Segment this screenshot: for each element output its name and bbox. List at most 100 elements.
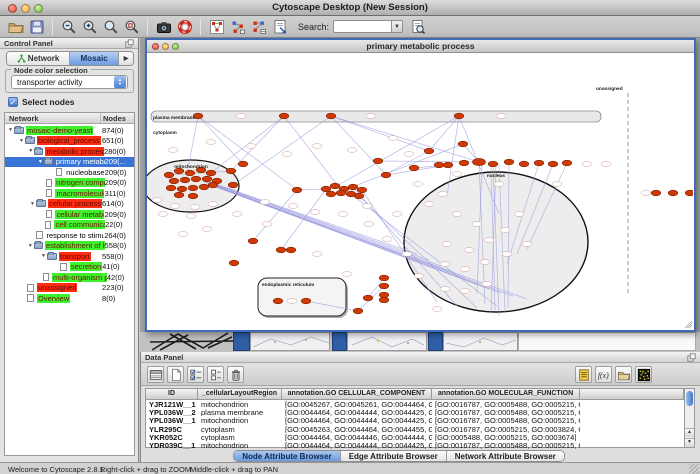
graph-node[interactable] bbox=[206, 170, 216, 176]
tree-row[interactable]: ▼cell communicat22(0) bbox=[5, 220, 134, 231]
graph-node[interactable] bbox=[185, 170, 195, 176]
graph-node[interactable] bbox=[458, 141, 468, 147]
table-column-header[interactable]: ID bbox=[146, 389, 198, 400]
tree-row[interactable]: ▼nitrogen compo209(0) bbox=[5, 178, 134, 189]
graph-node[interactable] bbox=[488, 161, 498, 167]
zoom-selected-icon[interactable] bbox=[101, 17, 120, 36]
graph-node[interactable] bbox=[276, 247, 286, 253]
graph-node[interactable] bbox=[188, 185, 198, 191]
tree-row[interactable]: ▼Overview8(0) bbox=[5, 293, 134, 304]
graph-node[interactable] bbox=[301, 298, 311, 304]
tree-column-network[interactable]: Network bbox=[5, 113, 101, 123]
float-panel-icon[interactable] bbox=[125, 39, 134, 48]
graph-node[interactable] bbox=[443, 162, 453, 168]
network-view-b-icon[interactable] bbox=[249, 17, 268, 36]
select-attributes-icon[interactable] bbox=[187, 366, 204, 383]
tree-row[interactable]: ▼response to stimul264(0) bbox=[5, 230, 134, 241]
graph-node[interactable] bbox=[164, 172, 174, 178]
annotation-icon[interactable] bbox=[270, 17, 289, 36]
background-window-content[interactable] bbox=[347, 332, 427, 351]
background-window-edge[interactable] bbox=[233, 332, 250, 351]
attribute-table-icon[interactable] bbox=[147, 366, 164, 383]
graph-node[interactable] bbox=[562, 160, 572, 166]
graph-node[interactable] bbox=[373, 158, 383, 164]
open-folder-icon[interactable] bbox=[6, 17, 25, 36]
background-window-content[interactable] bbox=[518, 332, 696, 351]
tree-row[interactable]: ▼nucleobase-209(0) bbox=[5, 167, 134, 178]
table-row[interactable]: YJR121W__1mitochondrion[GO:0045267, GO:0… bbox=[146, 400, 684, 408]
table-column-header[interactable]: annotation.GO CELLULAR_COMPONENT bbox=[282, 389, 432, 400]
tree-row[interactable]: ▼cellular metabo209(0) bbox=[5, 209, 134, 220]
graph-node[interactable] bbox=[409, 165, 419, 171]
network-view-a-icon[interactable] bbox=[228, 17, 247, 36]
tab-network[interactable]: Network bbox=[7, 52, 70, 65]
tree-row[interactable]: ▼multi-organism pro42(0) bbox=[5, 272, 134, 283]
graph-node[interactable] bbox=[191, 176, 201, 182]
select-nodes-checkbox[interactable]: ✓ bbox=[8, 97, 18, 107]
expander-icon[interactable]: ▼ bbox=[40, 253, 47, 259]
window-resize-grip[interactable] bbox=[685, 321, 692, 328]
graph-node[interactable] bbox=[326, 191, 336, 197]
table-column-header[interactable]: annotation.GO MOLECULAR_FUNCTION bbox=[432, 389, 580, 400]
table-row[interactable]: YPL036W__1mitochondrion[GO:0044464, GO:0… bbox=[146, 416, 684, 424]
graph-node[interactable] bbox=[174, 192, 184, 198]
import-attributes-icon[interactable] bbox=[615, 366, 632, 383]
graph-node[interactable] bbox=[379, 283, 389, 289]
search-dropdown-button[interactable]: ▼ bbox=[391, 20, 403, 33]
graph-node[interactable] bbox=[348, 184, 358, 190]
tree-row[interactable]: ▼cellular process614(0) bbox=[5, 199, 134, 210]
graph-node[interactable] bbox=[424, 148, 434, 154]
tree-row[interactable]: ▼metabolic process280(0) bbox=[5, 146, 134, 157]
graph-node[interactable] bbox=[357, 187, 367, 193]
graph-node[interactable] bbox=[381, 172, 391, 178]
search-advanced-icon[interactable] bbox=[408, 17, 427, 36]
tree-row[interactable]: ▼establishment of lo558(0) bbox=[5, 241, 134, 252]
background-window-edge[interactable] bbox=[428, 332, 443, 351]
tree-row[interactable]: ▼transport558(0) bbox=[5, 251, 134, 262]
expander-icon[interactable]: ▼ bbox=[18, 138, 25, 144]
graph-node[interactable] bbox=[534, 160, 544, 166]
background-window-edge[interactable] bbox=[332, 332, 347, 351]
graph-node[interactable] bbox=[336, 190, 346, 196]
graph-node[interactable] bbox=[473, 158, 486, 165]
graph-node[interactable] bbox=[292, 187, 302, 193]
graph-node[interactable] bbox=[353, 308, 363, 314]
graph-node[interactable] bbox=[188, 193, 198, 199]
scroll-up-icon[interactable]: ▲ bbox=[685, 428, 694, 437]
camera-icon[interactable] bbox=[154, 17, 173, 36]
help-ring-icon[interactable] bbox=[175, 17, 194, 36]
graph-node[interactable] bbox=[548, 161, 558, 167]
save-icon[interactable] bbox=[27, 17, 46, 36]
attribute-browser-tab[interactable]: Edge Attribute Browser bbox=[341, 451, 447, 461]
graph-node[interactable] bbox=[504, 159, 514, 165]
attribute-batch-icon[interactable] bbox=[575, 366, 592, 383]
graph-node[interactable] bbox=[354, 193, 364, 199]
scrollbar-thumb[interactable] bbox=[686, 391, 693, 406]
network-canvas[interactable]: plasma membranecytoplasmmitochondrionnuc… bbox=[147, 54, 693, 330]
graph-node[interactable] bbox=[202, 176, 212, 182]
graph-node[interactable] bbox=[330, 183, 340, 189]
graph-node[interactable] bbox=[226, 168, 236, 174]
graph-node[interactable] bbox=[363, 295, 373, 301]
tree-row[interactable]: ▼macromolecule311(0) bbox=[5, 188, 134, 199]
graph-node[interactable] bbox=[321, 186, 331, 192]
graph-node[interactable] bbox=[166, 185, 176, 191]
attribute-function-icon[interactable]: f(x) bbox=[595, 366, 612, 383]
tree-row[interactable]: ▼secretion41(0) bbox=[5, 262, 134, 273]
new-attribute-icon[interactable] bbox=[167, 366, 184, 383]
graph-node[interactable] bbox=[668, 190, 678, 196]
float-panel-icon[interactable] bbox=[687, 353, 696, 362]
expander-icon[interactable]: ▼ bbox=[27, 243, 33, 249]
tree-row[interactable]: ▼mosaic-demo-yeast874(0) bbox=[5, 125, 134, 136]
tab-scroll-right-icon[interactable]: ▶ bbox=[119, 52, 133, 65]
background-window-content[interactable] bbox=[443, 332, 518, 351]
graph-node[interactable] bbox=[434, 162, 444, 168]
search-input[interactable] bbox=[333, 20, 391, 33]
expander-icon[interactable]: ▼ bbox=[37, 159, 43, 165]
graph-node[interactable] bbox=[199, 184, 209, 190]
graph-node[interactable] bbox=[248, 238, 258, 244]
graph-node[interactable] bbox=[229, 260, 239, 266]
graph-node[interactable] bbox=[519, 161, 529, 167]
graph-node[interactable] bbox=[208, 182, 218, 188]
graph-node[interactable] bbox=[379, 275, 389, 281]
